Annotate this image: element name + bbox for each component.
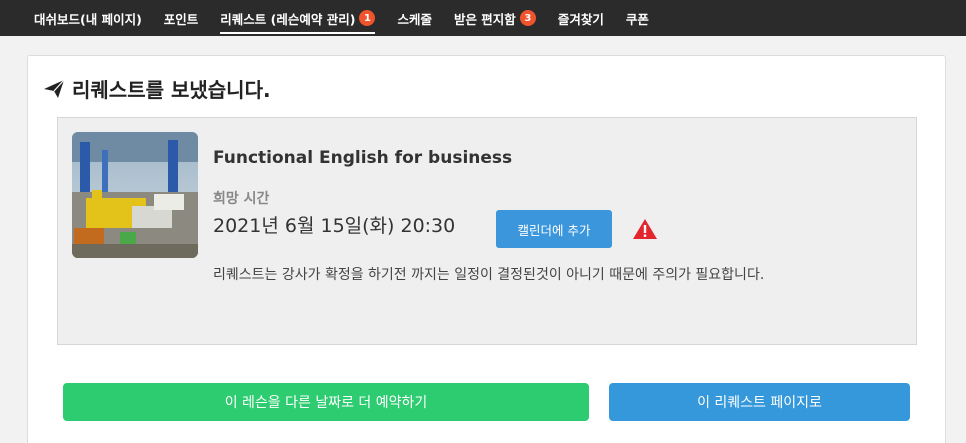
request-notice: 리퀘스트는 강사가 확정을 하기전 까지는 일정이 결정된것이 아니기 때문에 …: [213, 267, 765, 283]
warning-triangle-icon[interactable]: [632, 218, 658, 240]
nav-item-coupons[interactable]: 쿠폰: [626, 0, 649, 36]
inbox-count-badge: 3: [519, 10, 536, 26]
nav-item-schedule[interactable]: 스케줄: [397, 0, 432, 36]
nav-item-label: 쿠폰: [625, 11, 649, 27]
factory-image: [72, 132, 198, 258]
requested-time-label: 희망 시간: [213, 191, 270, 207]
request-summary: Functional English for business 희망 시간 20…: [57, 117, 917, 345]
nav-item-dashboard[interactable]: 대쉬보드(내 페이지): [34, 0, 142, 36]
nav-item-label: 받은 편지함: [453, 11, 516, 27]
nav-item-requests[interactable]: 리퀘스트 (레슨예약 관리) 1: [220, 0, 376, 36]
nav-item-label: 포인트: [163, 11, 199, 27]
page-title: 리퀘스트를 보냈습니다.: [72, 78, 271, 102]
course-thumbnail[interactable]: [72, 132, 198, 258]
nav-item-label: 대쉬보드(내 페이지): [34, 11, 142, 27]
nav-item-label: 리퀘스트 (레슨예약 관리): [220, 11, 356, 27]
nav-item-label: 즐겨찾기: [557, 11, 604, 27]
nav-item-inbox[interactable]: 받은 편지함 3: [454, 0, 536, 36]
paper-plane-icon: [44, 79, 65, 98]
request-count-badge: 1: [359, 10, 376, 26]
add-to-calendar-button[interactable]: 캘린더에 추가: [496, 210, 612, 248]
nav-item-points[interactable]: 포인트: [164, 0, 199, 36]
requested-time-value: 2021년 6월 15일(화) 20:30: [213, 215, 456, 237]
rebook-other-date-button[interactable]: 이 레슨을 다른 날짜로 더 예약하기: [63, 383, 589, 421]
nav-item-label: 스케줄: [397, 11, 432, 27]
top-navigation: 대쉬보드(내 페이지) 포인트 리퀘스트 (레슨예약 관리) 1 스케줄 받은 …: [0, 0, 966, 36]
request-sent-card: 리퀘스트를 보냈습니다. Functional English for busi…: [27, 55, 946, 443]
page-heading: 리퀘스트를 보냈습니다.: [42, 74, 271, 103]
go-to-request-page-button[interactable]: 이 리퀘스트 페이지로: [609, 383, 910, 421]
nav-item-favorites[interactable]: 즐겨찾기: [558, 0, 604, 36]
course-title[interactable]: Functional English for business: [213, 148, 512, 168]
